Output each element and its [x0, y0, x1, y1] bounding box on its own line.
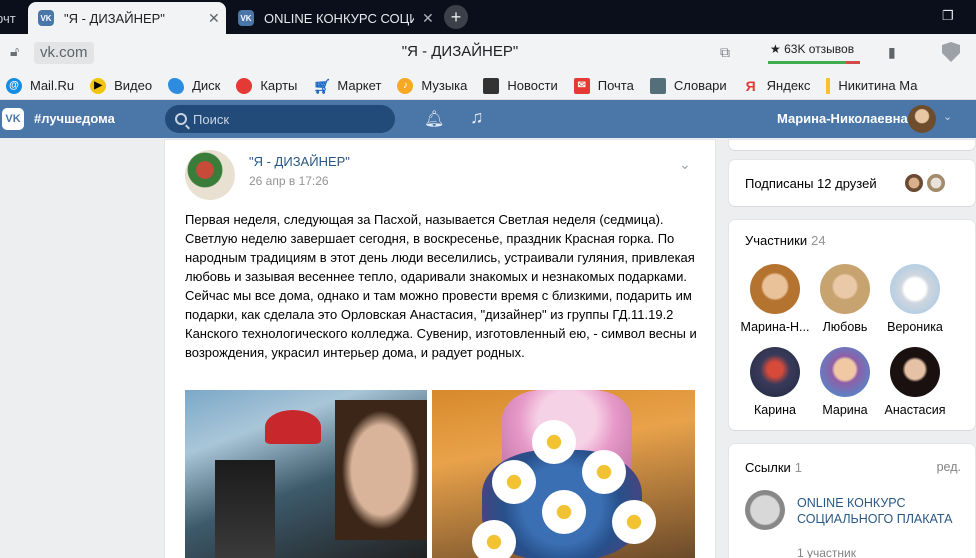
bookmark-music[interactable]: ♪ Музыка	[397, 77, 467, 94]
page-title: "Я - ДИЗАЙНЕР"	[401, 43, 519, 60]
avatar	[820, 347, 870, 397]
bookmark-mail[interactable]: ✉ Почта	[573, 77, 634, 94]
close-tab-icon[interactable]: ✕	[208, 10, 220, 27]
share-icon[interactable]: ⧉	[720, 44, 730, 61]
bookmarks-bar: @ Mail.Ru ▶ Видео Диск Карты 🛒︎ Маркет ♪ Муз…	[0, 72, 976, 100]
post-text: Первая неделя, следующая за Пасхой, назы…	[185, 210, 700, 362]
post-paragraph: Первая неделя, следующая за Пасхой, назы…	[185, 212, 695, 284]
play-icon: ▶	[90, 77, 107, 94]
new-tab-button[interactable]: +	[444, 5, 468, 29]
avatar	[890, 347, 940, 397]
cart-icon: 🛒︎	[313, 77, 332, 94]
post-menu-chevron-icon[interactable]: ⌄	[679, 156, 691, 173]
avatar	[750, 347, 800, 397]
member-item[interactable]: Марина-Н...	[735, 264, 815, 334]
link-name[interactable]: ONLINE КОНКУРС СОЦИАЛЬНОГО ПЛАКАТА	[797, 495, 957, 527]
cloud-icon	[168, 77, 185, 94]
bookmark-icon[interactable]: ▮	[888, 44, 896, 61]
avatar	[925, 172, 947, 194]
rating-fill	[768, 61, 847, 64]
vk-favicon-icon: VK	[38, 10, 54, 26]
post-photo[interactable]	[185, 390, 427, 558]
mail-icon: ✉	[573, 77, 590, 94]
lock-icon[interactable]: 🔓︎	[10, 43, 32, 65]
avatar[interactable]	[908, 105, 936, 133]
friends-label: Подписаны 12 друзей	[745, 176, 877, 191]
bookmark-dictionaries[interactable]: Словари	[649, 77, 727, 94]
member-item[interactable]: Любовь	[805, 264, 885, 334]
post-paragraph: Сейчас мы все дома, однако и там можно п…	[185, 288, 697, 360]
vk-favicon-icon: VK	[238, 10, 254, 26]
book-icon	[649, 77, 666, 94]
bookmark-market[interactable]: 🛒︎ Маркет	[313, 78, 381, 94]
header-hashtag[interactable]: #лучшедома	[34, 111, 115, 126]
tab-title: "Я - ДИЗАЙНЕР"	[64, 10, 165, 26]
post-photo[interactable]	[432, 390, 695, 558]
vk-logo-icon[interactable]: VK	[2, 108, 24, 130]
shield-icon[interactable]	[942, 42, 960, 62]
link-subtitle: 1 участник	[797, 546, 857, 558]
link-avatar[interactable]	[745, 490, 785, 530]
members-title[interactable]: Участники 24	[745, 233, 826, 248]
url-field[interactable]: vk.com	[34, 42, 94, 64]
bookmark-news[interactable]: Новости	[483, 77, 558, 94]
member-item[interactable]: Анастасия	[875, 347, 955, 417]
music-icon[interactable]: ♫	[470, 107, 484, 128]
avatar	[820, 264, 870, 314]
links-edit-link[interactable]: ред.	[937, 460, 961, 474]
member-item[interactable]: Вероника	[875, 264, 955, 334]
browser-tab-strip: рчт VK "Я - ДИЗАЙНЕР" ✕ VK ONLINE КОНКУР…	[0, 0, 976, 34]
tab-title: ONLINE КОНКУРС СОЦИА	[264, 10, 414, 26]
tab-partial[interactable]: рчт	[0, 2, 22, 34]
sidebar-box-top	[729, 140, 975, 150]
post-author-avatar[interactable]	[185, 150, 235, 200]
member-item[interactable]: Марина	[805, 347, 885, 417]
links-box: Ссылки 1 ред. ONLINE КОНКУРС СОЦИАЛЬНОГО …	[729, 444, 975, 558]
username[interactable]: Марина-Николаевна	[777, 111, 908, 126]
map-pin-icon	[236, 77, 253, 94]
search-icon	[175, 113, 187, 125]
bookmark-disk[interactable]: Диск	[168, 77, 220, 94]
chevron-down-icon[interactable]: ⌄	[943, 110, 952, 123]
bookmark-yandex[interactable]: Я Яндекс	[743, 78, 811, 94]
bookmark-maps[interactable]: Карты	[236, 77, 297, 94]
tab-ya-dizayner[interactable]: VK "Я - ДИЗАЙНЕР" ✕	[28, 2, 226, 34]
bookmark-marker-icon	[826, 77, 831, 94]
post-author-name[interactable]: "Я - ДИЗАЙНЕР"	[249, 154, 350, 169]
vk-header: VK #лучшедома 🔔︎ ♫ Марина-Николаевна ⌄	[0, 100, 976, 138]
rating-text: ★ 63K отзывов	[770, 42, 855, 56]
bookmark-nikitina[interactable]: Никитина Ма	[826, 77, 917, 94]
search-input[interactable]	[193, 111, 383, 127]
mailru-icon: @	[6, 77, 22, 94]
members-box: Участники 24 Марина-Н... Любовь Вероника …	[729, 220, 975, 430]
links-title[interactable]: Ссылки 1	[745, 460, 802, 475]
post-date[interactable]: 26 апр в 17:26	[249, 174, 329, 188]
news-icon	[483, 77, 500, 94]
close-tab-icon[interactable]: ✕	[422, 10, 434, 27]
member-item[interactable]: Карина	[735, 347, 815, 417]
avatar	[890, 264, 940, 314]
search-box[interactable]	[165, 105, 395, 133]
bell-icon[interactable]: 🔔︎	[424, 109, 444, 129]
tab-online-konkurs[interactable]: VK ONLINE КОНКУРС СОЦИА ✕	[228, 2, 436, 34]
tab-list-icon[interactable]: ❐	[942, 8, 958, 24]
friends-box[interactable]: Подписаны 12 друзей	[729, 160, 975, 206]
avatar	[750, 264, 800, 314]
bookmark-video[interactable]: ▶ Видео	[90, 77, 152, 94]
music-note-icon: ♪	[397, 77, 414, 94]
post-card: "Я - ДИЗАЙНЕР" 26 апр в 17:26 ⌄ Первая н…	[165, 140, 715, 558]
address-bar: 🔓︎ vk.com "Я - ДИЗАЙНЕР" ⧉ ★ 63K отзывов…	[0, 34, 976, 72]
yandex-icon: Я	[745, 77, 756, 94]
rating-bar	[768, 61, 860, 64]
bookmark-mailru[interactable]: @ Mail.Ru	[6, 77, 74, 94]
rating-badge[interactable]: ★ 63K отзывов	[766, 38, 860, 64]
avatar	[903, 172, 925, 194]
